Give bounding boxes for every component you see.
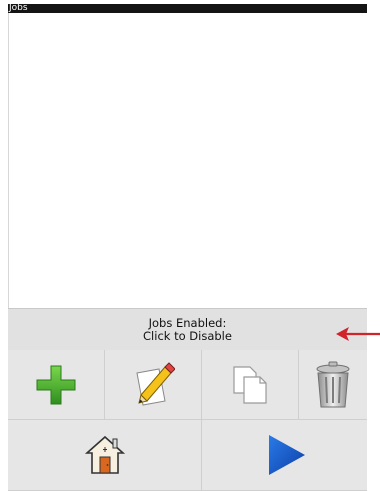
- delete-job-button[interactable]: [299, 350, 367, 420]
- run-button[interactable]: [202, 420, 367, 491]
- jobs-enable-toggle[interactable]: Jobs Enabled: Click to Disable: [8, 308, 367, 350]
- jobs-list[interactable]: [8, 13, 368, 308]
- add-icon: [36, 365, 76, 404]
- add-job-button[interactable]: [8, 350, 105, 420]
- edit-job-button[interactable]: [105, 350, 202, 420]
- edit-pencil-icon: [136, 361, 175, 406]
- status-line-1: Jobs Enabled:: [148, 315, 227, 330]
- status-line-2: Click to Disable: [143, 328, 232, 343]
- right-margin: [367, 0, 380, 491]
- window-title: Jobs: [8, 4, 367, 13]
- home-icon: [84, 435, 125, 474]
- navigation-bar: [8, 420, 367, 491]
- job-toolbar: [8, 350, 367, 420]
- red-pointer-arrow-icon: [336, 327, 380, 341]
- home-button[interactable]: [8, 420, 202, 491]
- trash-icon: [316, 361, 350, 407]
- play-icon: [268, 435, 305, 475]
- copy-icon: [233, 365, 267, 404]
- jobs-window: Jobs Jobs Enabled: Click to Disable: [0, 0, 380, 491]
- copy-job-button[interactable]: [202, 350, 299, 420]
